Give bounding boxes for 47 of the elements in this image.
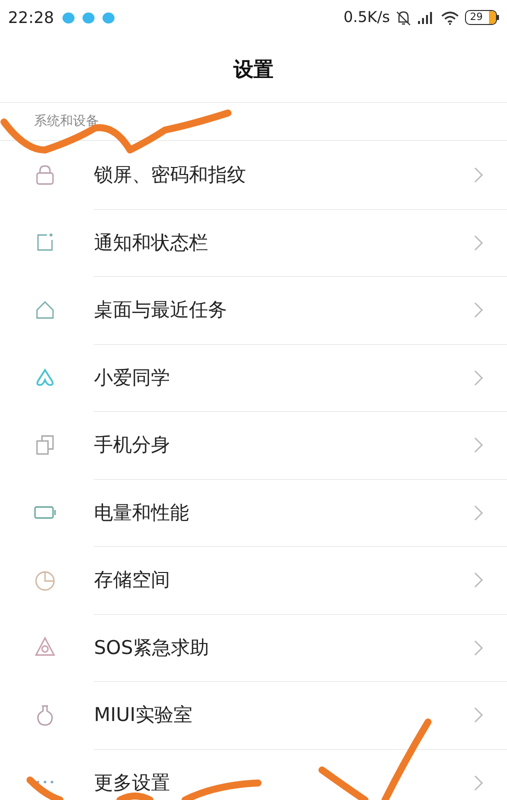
clock-time: 22:28 [8,6,54,28]
chevron-right-icon [474,234,483,251]
item-label: 电量和性能 [94,500,189,526]
chevron-right-icon [474,302,483,318]
chevron-right-icon [474,437,483,454]
copy-icon [34,434,56,456]
home-icon [34,298,56,321]
battery-indicator: 29 [465,10,499,25]
chevron-right-icon [474,166,483,183]
page-title: 设置 [234,56,274,82]
settings-item[interactable]: 锁屏、密码和指纹 [0,141,507,208]
chevron-right-icon [474,504,483,521]
app-notification-icon [102,12,116,24]
flask-icon [34,704,56,726]
item-label: SOS紧急求助 [94,636,210,660]
chevron-right-icon [474,640,483,656]
item-label: MIUI实验室 [94,703,193,728]
item-label: 桌面与最近任务 [94,298,227,323]
item-label: 小爱同学 [94,366,170,390]
app-notification-icon [82,12,96,24]
settings-item[interactable]: MIUI实验室 [0,681,507,748]
settings-item[interactable]: SOS紧急求助 [0,614,507,681]
chevron-right-icon [474,572,483,588]
network-speed: 0.5K/s [343,7,390,28]
settings-item[interactable]: 手机分身 [0,411,507,478]
wifi-icon [441,10,459,24]
signal-icon [417,11,435,24]
item-label: 手机分身 [94,433,170,458]
warning-icon [34,636,56,658]
item-label: 通知和状态栏 [94,230,208,256]
muted-bell-icon [396,10,411,26]
chevron-right-icon [474,370,483,386]
item-label: 更多设置 [94,770,170,796]
more-icon [36,780,54,784]
settings-item[interactable]: 电量和性能 [0,478,507,546]
chevron-right-icon [474,774,483,791]
settings-item[interactable]: 桌面与最近任务 [0,276,507,344]
chevron-right-icon [474,707,483,724]
lock-icon [34,164,56,186]
settings-item[interactable]: 更多设置 [0,748,507,800]
pie-chart-icon [34,568,56,591]
app-notification-icon [62,12,76,24]
settings-item[interactable]: 通知和状态栏 [0,208,507,276]
settings-item[interactable]: 小爱同学 [0,344,507,411]
settings-item[interactable]: 存储空间 [0,546,507,614]
item-label: 锁屏、密码和指纹 [94,162,246,188]
item-label: 存储空间 [94,568,170,593]
